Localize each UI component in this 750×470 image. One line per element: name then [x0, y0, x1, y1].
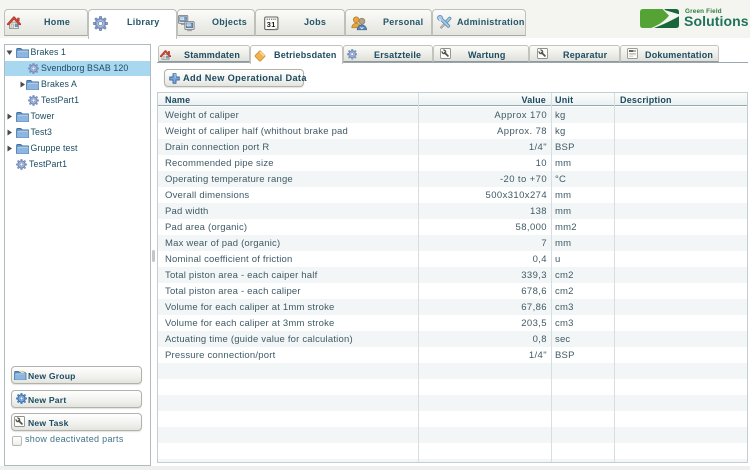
svg-text:31: 31	[267, 20, 276, 29]
